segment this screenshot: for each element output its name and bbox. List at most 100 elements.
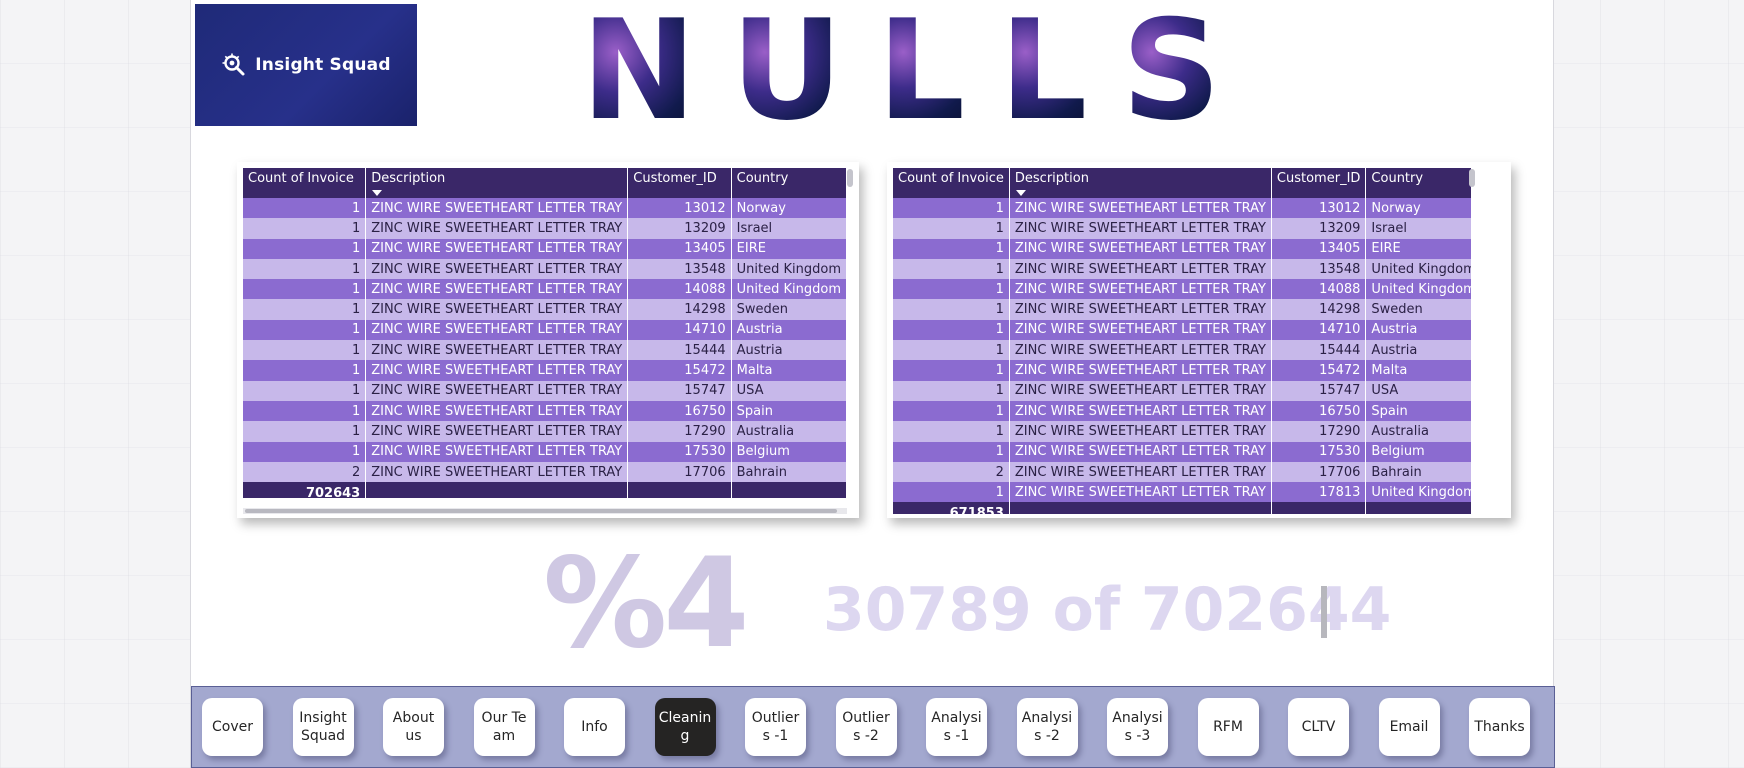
cell-count: 1 xyxy=(243,258,367,280)
nav-button-info[interactable]: Info xyxy=(564,698,625,756)
cell-customer-id: 15472 xyxy=(627,360,732,381)
cell-customer-id: 17706 xyxy=(627,461,732,483)
nav-button-outliers-2[interactable]: Outliers -2 xyxy=(835,698,897,756)
cell-description: ZINC WIRE SWEETHEART LETTER TRAY xyxy=(365,441,629,462)
nav-button-analysis-1[interactable]: Analysis -1 xyxy=(926,698,987,756)
column-header-description[interactable]: Description xyxy=(365,168,629,198)
cell-country: Israel xyxy=(1365,218,1471,239)
nav-button-analysis-2[interactable]: Analysis -2 xyxy=(1016,698,1078,756)
nav-button-email[interactable]: Email xyxy=(1378,698,1440,756)
magnifier-gear-icon xyxy=(222,53,245,76)
table-row[interactable]: 1 ZINC WIRE SWEETHEART LETTER TRAY 14088 Un… xyxy=(893,279,1471,300)
table-row[interactable]: 1 ZINC WIRE SWEETHEART LETTER TRAY 17290 Au… xyxy=(243,421,847,442)
table-row[interactable]: 1 ZINC WIRE SWEETHEART LETTER TRAY 16750 Sp… xyxy=(893,400,1471,422)
cell-count: 1 xyxy=(243,360,367,381)
cell-customer-id: 13405 xyxy=(1271,238,1367,259)
cell-country: USA xyxy=(1365,380,1471,401)
nav-button-rfm[interactable]: RFM xyxy=(1197,698,1259,756)
table-viewport[interactable]: Count of Invoice Description Customer_ID… xyxy=(243,168,847,498)
cell-count: 1 xyxy=(893,441,1010,462)
cell-description: ZINC WIRE SWEETHEART LETTER TRAY xyxy=(365,380,629,401)
horizontal-scrollbar[interactable] xyxy=(243,508,847,514)
table-row[interactable]: 1 ZINC WIRE SWEETHEART LETTER TRAY 14710 Au… xyxy=(243,319,847,341)
cell-country: EIRE xyxy=(1365,238,1471,259)
table-row[interactable]: 1 ZINC WIRE SWEETHEART LETTER TRAY 15472 Ma… xyxy=(243,360,847,381)
scrollbar-thumb[interactable] xyxy=(245,509,837,513)
table-row[interactable]: 1 ZINC WIRE SWEETHEART LETTER TRAY 15747 US… xyxy=(243,380,847,401)
cell-country: United Kingdom xyxy=(1365,482,1471,503)
table-row[interactable]: 1 ZINC WIRE SWEETHEART LETTER TRAY 14298 Sw… xyxy=(243,299,847,320)
table-row[interactable]: 1 ZINC WIRE SWEETHEART LETTER TRAY 13405 EI… xyxy=(893,238,1471,259)
table-row[interactable]: 1 ZINC WIRE SWEETHEART LETTER TRAY 16750 Sp… xyxy=(243,400,847,422)
table-row[interactable]: 1 ZINC WIRE SWEETHEART LETTER TRAY 13209 Is… xyxy=(893,218,1471,239)
column-header-country[interactable]: Country xyxy=(731,168,847,198)
column-header-description[interactable]: Description xyxy=(1009,168,1272,198)
column-header-country[interactable]: Country xyxy=(1365,168,1471,198)
report-canvas: Insight Squad N U L L S Count of Invoice… xyxy=(190,0,1555,768)
table-row[interactable]: 1 ZINC WIRE SWEETHEART LETTER TRAY 13548 Un… xyxy=(893,258,1471,280)
nav-button-our-team[interactable]: Our Team xyxy=(473,698,535,756)
cell-description: ZINC WIRE SWEETHEART LETTER TRAY xyxy=(365,340,629,361)
title-letter: L xyxy=(877,0,966,151)
cell-customer-id: 13209 xyxy=(1271,218,1367,239)
cell-count: 1 xyxy=(893,279,1010,300)
table-row[interactable]: 1 ZINC WIRE SWEETHEART LETTER TRAY 13012 No… xyxy=(243,198,847,219)
cell-customer-id: 15444 xyxy=(1271,340,1367,361)
nav-button-insight-squad[interactable]: Insight Squad xyxy=(292,698,354,756)
nav-button-cleaning[interactable]: Cleaning xyxy=(654,698,716,756)
table-row[interactable]: 1 ZINC WIRE SWEETHEART LETTER TRAY 14710 Au… xyxy=(893,319,1471,341)
nulls-table-after[interactable]: Count of Invoice Description Customer_ID… xyxy=(887,162,1511,518)
cell-count: 1 xyxy=(243,218,367,239)
column-header-label: Description xyxy=(371,171,446,186)
table-row[interactable]: 1 ZINC WIRE SWEETHEART LETTER TRAY 17530 Be… xyxy=(893,441,1471,462)
cell-count: 1 xyxy=(893,258,1010,280)
column-header-count[interactable]: Count of Invoice xyxy=(243,168,367,198)
cell-customer-id: 15472 xyxy=(1271,360,1367,381)
table-row[interactable]: 1 ZINC WIRE SWEETHEART LETTER TRAY 15444 Au… xyxy=(243,340,847,361)
table-viewport[interactable]: Count of Invoice Description Customer_ID… xyxy=(893,168,1471,514)
scrollbar-thumb[interactable] xyxy=(847,169,853,187)
table-row[interactable]: 2 ZINC WIRE SWEETHEART LETTER TRAY 17706 Ba… xyxy=(243,461,847,483)
navigation-bar: Cover Insight Squad About us Our Team Info Cl… xyxy=(191,686,1555,768)
column-header-count[interactable]: Count of Invoice xyxy=(893,168,1010,198)
nav-button-cltv[interactable]: CLTV xyxy=(1288,698,1349,756)
cell-customer-id: 15444 xyxy=(627,340,732,361)
cell-count: 1 xyxy=(243,279,367,300)
cell-customer-id: 16750 xyxy=(1271,400,1367,422)
cell-description: ZINC WIRE SWEETHEART LETTER TRAY xyxy=(1009,482,1272,503)
table-row[interactable]: 1 ZINC WIRE SWEETHEART LETTER TRAY 15444 Au… xyxy=(893,340,1471,361)
cell-customer-id: 17530 xyxy=(1271,441,1367,462)
table-row[interactable]: 2 ZINC WIRE SWEETHEART LETTER TRAY 17706 Ba… xyxy=(893,461,1471,483)
column-header-customer-id[interactable]: Customer_ID xyxy=(627,168,732,198)
cell-description: ZINC WIRE SWEETHEART LETTER TRAY xyxy=(1009,400,1272,422)
cell-customer-id: 14088 xyxy=(1271,279,1367,300)
table-row[interactable]: 1 ZINC WIRE SWEETHEART LETTER TRAY 14298 Sw… xyxy=(893,299,1471,320)
table-row[interactable]: 1 ZINC WIRE SWEETHEART LETTER TRAY 13012 No… xyxy=(893,198,1471,219)
table-row[interactable]: 1 ZINC WIRE SWEETHEART LETTER TRAY 17530 Be… xyxy=(243,441,847,462)
cell-count: 1 xyxy=(893,198,1010,219)
nav-button-outliers-1[interactable]: Outliers -1 xyxy=(745,698,806,756)
nulls-table-before[interactable]: Count of Invoice Description Customer_ID… xyxy=(237,162,859,518)
title-letter: L xyxy=(999,0,1088,151)
table-row[interactable]: 1 ZINC WIRE SWEETHEART LETTER TRAY 14088 Un… xyxy=(243,279,847,300)
table-row[interactable]: 1 ZINC WIRE SWEETHEART LETTER TRAY 13209 Is… xyxy=(243,218,847,239)
table-row[interactable]: 1 ZINC WIRE SWEETHEART LETTER TRAY 13405 EI… xyxy=(243,238,847,259)
vertical-scrollbar[interactable] xyxy=(845,168,855,188)
vertical-scrollbar[interactable] xyxy=(1467,168,1477,188)
cell-description: ZINC WIRE SWEETHEART LETTER TRAY xyxy=(1009,218,1272,239)
cell-description: ZINC WIRE SWEETHEART LETTER TRAY xyxy=(1009,461,1272,483)
cell-description: ZINC WIRE SWEETHEART LETTER TRAY xyxy=(1009,319,1272,341)
cell-customer-id: 17290 xyxy=(1271,421,1367,442)
table-row[interactable]: 1 ZINC WIRE SWEETHEART LETTER TRAY 15747 US… xyxy=(893,380,1471,401)
nav-button-analysis-3[interactable]: Analysis -3 xyxy=(1107,698,1168,756)
nav-button-about-us[interactable]: About us xyxy=(383,698,444,756)
table-row[interactable]: 1 ZINC WIRE SWEETHEART LETTER TRAY 13548 Un… xyxy=(243,258,847,280)
table-row[interactable]: 1 ZINC WIRE SWEETHEART LETTER TRAY 17290 Au… xyxy=(893,421,1471,442)
table-row[interactable]: 1 ZINC WIRE SWEETHEART LETTER TRAY 15472 Ma… xyxy=(893,360,1471,381)
nav-button-cover[interactable]: Cover xyxy=(202,698,263,756)
nav-button-thanks[interactable]: Thanks xyxy=(1469,698,1530,756)
table-row[interactable]: 1 ZINC WIRE SWEETHEART LETTER TRAY 17813 Un… xyxy=(893,482,1471,503)
column-header-customer-id[interactable]: Customer_ID xyxy=(1271,168,1367,198)
cell-customer-id: 13548 xyxy=(1271,258,1367,280)
scrollbar-thumb[interactable] xyxy=(1469,169,1475,187)
